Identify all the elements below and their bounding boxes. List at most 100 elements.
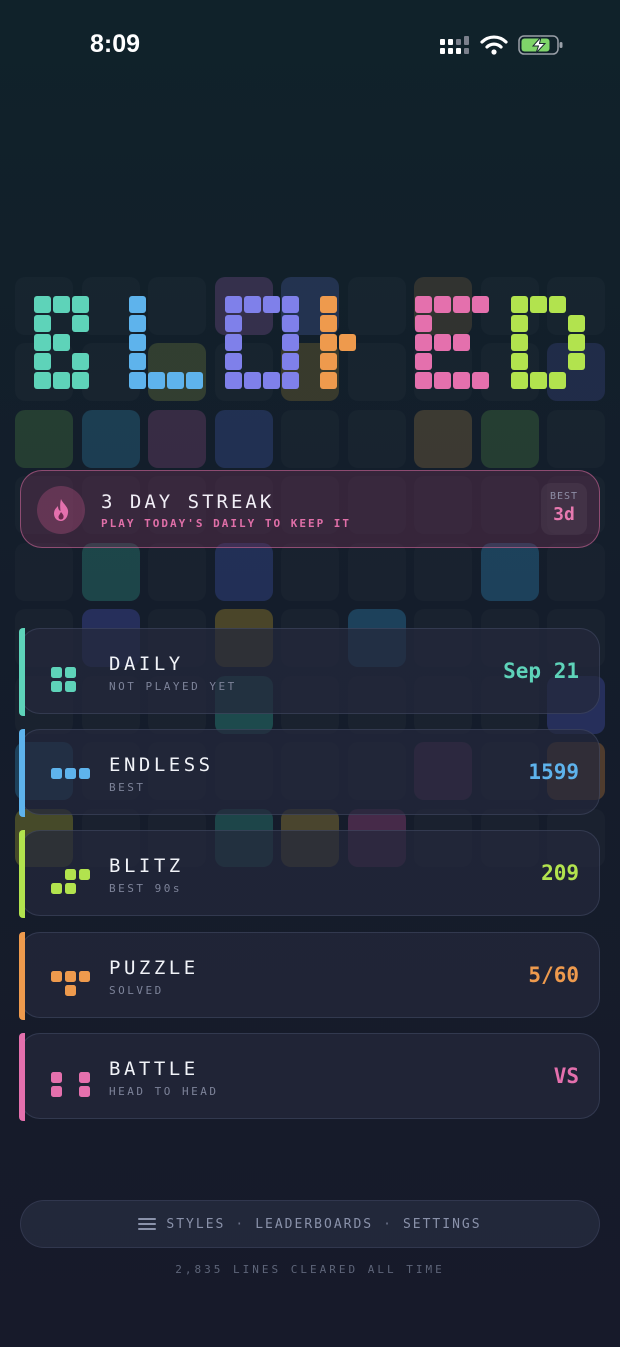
logo-pixel — [263, 372, 280, 389]
logo-pixel — [263, 296, 280, 313]
three-blocks-icon — [49, 754, 90, 794]
logo-pixel — [320, 296, 337, 313]
logo-pixel — [530, 296, 547, 313]
mode-name: ENDLESS — [109, 754, 214, 776]
logo-pixel — [434, 372, 451, 389]
logo-pixel — [53, 334, 70, 351]
logo-pixel — [320, 334, 337, 351]
best-streak-label: BEST — [549, 491, 579, 502]
mode-name: PUZZLE — [109, 957, 199, 979]
logo-pixel — [225, 353, 242, 370]
mode-accent — [19, 628, 25, 716]
logo-pixel — [282, 315, 299, 332]
logo-pixel — [129, 315, 146, 332]
blocked-logo — [0, 0, 620, 420]
background-block — [414, 543, 472, 601]
best-streak-value: 3d — [553, 504, 575, 525]
logo-pixel — [568, 334, 585, 351]
logo-pixel — [511, 296, 528, 313]
mode-accent — [19, 1033, 25, 1121]
logo-pixel — [72, 315, 89, 332]
mode-name: DAILY — [109, 653, 184, 675]
streak-title: 3 DAY STREAK — [101, 491, 275, 513]
footer-menu-bar: STYLES · LEADERBOARDS · SETTINGS — [20, 1200, 600, 1248]
logo-pixel — [34, 372, 51, 389]
mode-subtitle: BEST 90s — [109, 882, 182, 895]
logo-pixel — [320, 372, 337, 389]
mode-subtitle: BEST — [109, 781, 146, 794]
logo-pixel — [568, 353, 585, 370]
logo-pixel — [186, 372, 203, 389]
logo-pixel — [472, 372, 489, 389]
logo-pixel — [53, 296, 70, 313]
mode-card-endless[interactable]: ENDLESS BEST 1599 — [19, 729, 600, 817]
logo-pixel — [530, 372, 547, 389]
mode-value: 1599 — [528, 760, 579, 784]
mode-accent — [19, 729, 25, 817]
background-block — [281, 543, 339, 601]
logo-pixel — [453, 296, 470, 313]
logo-pixel — [453, 334, 470, 351]
styles-link[interactable]: STYLES — [166, 1217, 225, 1232]
logo-pixel — [339, 334, 356, 351]
logo-pixel — [282, 334, 299, 351]
settings-link[interactable]: SETTINGS — [403, 1217, 482, 1232]
mode-subtitle: HEAD TO HEAD — [109, 1085, 219, 1098]
logo-pixel — [34, 353, 51, 370]
logo-pixel — [415, 296, 432, 313]
logo-pixel — [129, 353, 146, 370]
mode-card-battle[interactable]: BATTLE HEAD TO HEAD VS — [19, 1033, 600, 1121]
logo-pixel — [244, 372, 261, 389]
mode-card-daily[interactable]: DAILY NOT PLAYED YET Sep 21 — [19, 628, 600, 716]
square-grid-icon — [49, 653, 81, 693]
logo-pixel — [282, 353, 299, 370]
logo-pixel — [72, 372, 89, 389]
menu-icon[interactable] — [138, 1218, 157, 1230]
mode-name: BLITZ — [109, 855, 184, 877]
logo-pixel — [472, 296, 489, 313]
lines-cleared-stat: 2,835 LINES CLEARED ALL TIME — [175, 1263, 445, 1276]
mode-value: 209 — [541, 861, 579, 885]
logo-pixel — [549, 296, 566, 313]
logo-pixel — [53, 372, 70, 389]
mode-value: Sep 21 — [503, 659, 579, 683]
logo-pixel — [34, 296, 51, 313]
logo-pixel — [129, 334, 146, 351]
separator: · — [383, 1216, 393, 1232]
logo-pixel — [225, 334, 242, 351]
logo-pixel — [34, 334, 51, 351]
flame-icon — [54, 499, 69, 521]
logo-pixel — [148, 372, 165, 389]
logo-pixel — [415, 315, 432, 332]
s-block-icon — [49, 855, 90, 895]
background-block — [215, 543, 273, 601]
mode-card-puzzle[interactable]: PUZZLE SOLVED 5/60 — [19, 932, 600, 1020]
logo-pixel — [568, 315, 585, 332]
mode-value: 5/60 — [528, 963, 579, 987]
logo-pixel — [244, 296, 261, 313]
logo-pixel — [225, 315, 242, 332]
four-blocks-icon — [49, 1058, 90, 1098]
logo-pixel — [225, 296, 242, 313]
background-block — [547, 543, 605, 601]
mode-subtitle: SOLVED — [109, 984, 164, 997]
background-block — [15, 543, 73, 601]
logo-pixel — [129, 296, 146, 313]
logo-pixel — [225, 372, 242, 389]
leaderboards-link[interactable]: LEADERBOARDS — [255, 1217, 373, 1232]
mode-value: VS — [553, 1064, 579, 1088]
background-block — [82, 543, 140, 601]
logo-pixel — [549, 372, 566, 389]
logo-pixel — [415, 334, 432, 351]
logo-pixel — [511, 372, 528, 389]
background-block — [148, 543, 206, 601]
logo-pixel — [282, 296, 299, 313]
background-block — [481, 543, 539, 601]
mode-accent — [19, 932, 25, 1020]
flame-badge — [37, 486, 85, 534]
streak-card[interactable]: 3 DAY STREAK PLAY TODAY'S DAILY TO KEEP … — [20, 470, 600, 548]
t-block-icon — [49, 957, 90, 997]
mode-card-blitz[interactable]: BLITZ BEST 90s 209 — [19, 830, 600, 918]
logo-pixel — [453, 372, 470, 389]
logo-pixel — [129, 372, 146, 389]
